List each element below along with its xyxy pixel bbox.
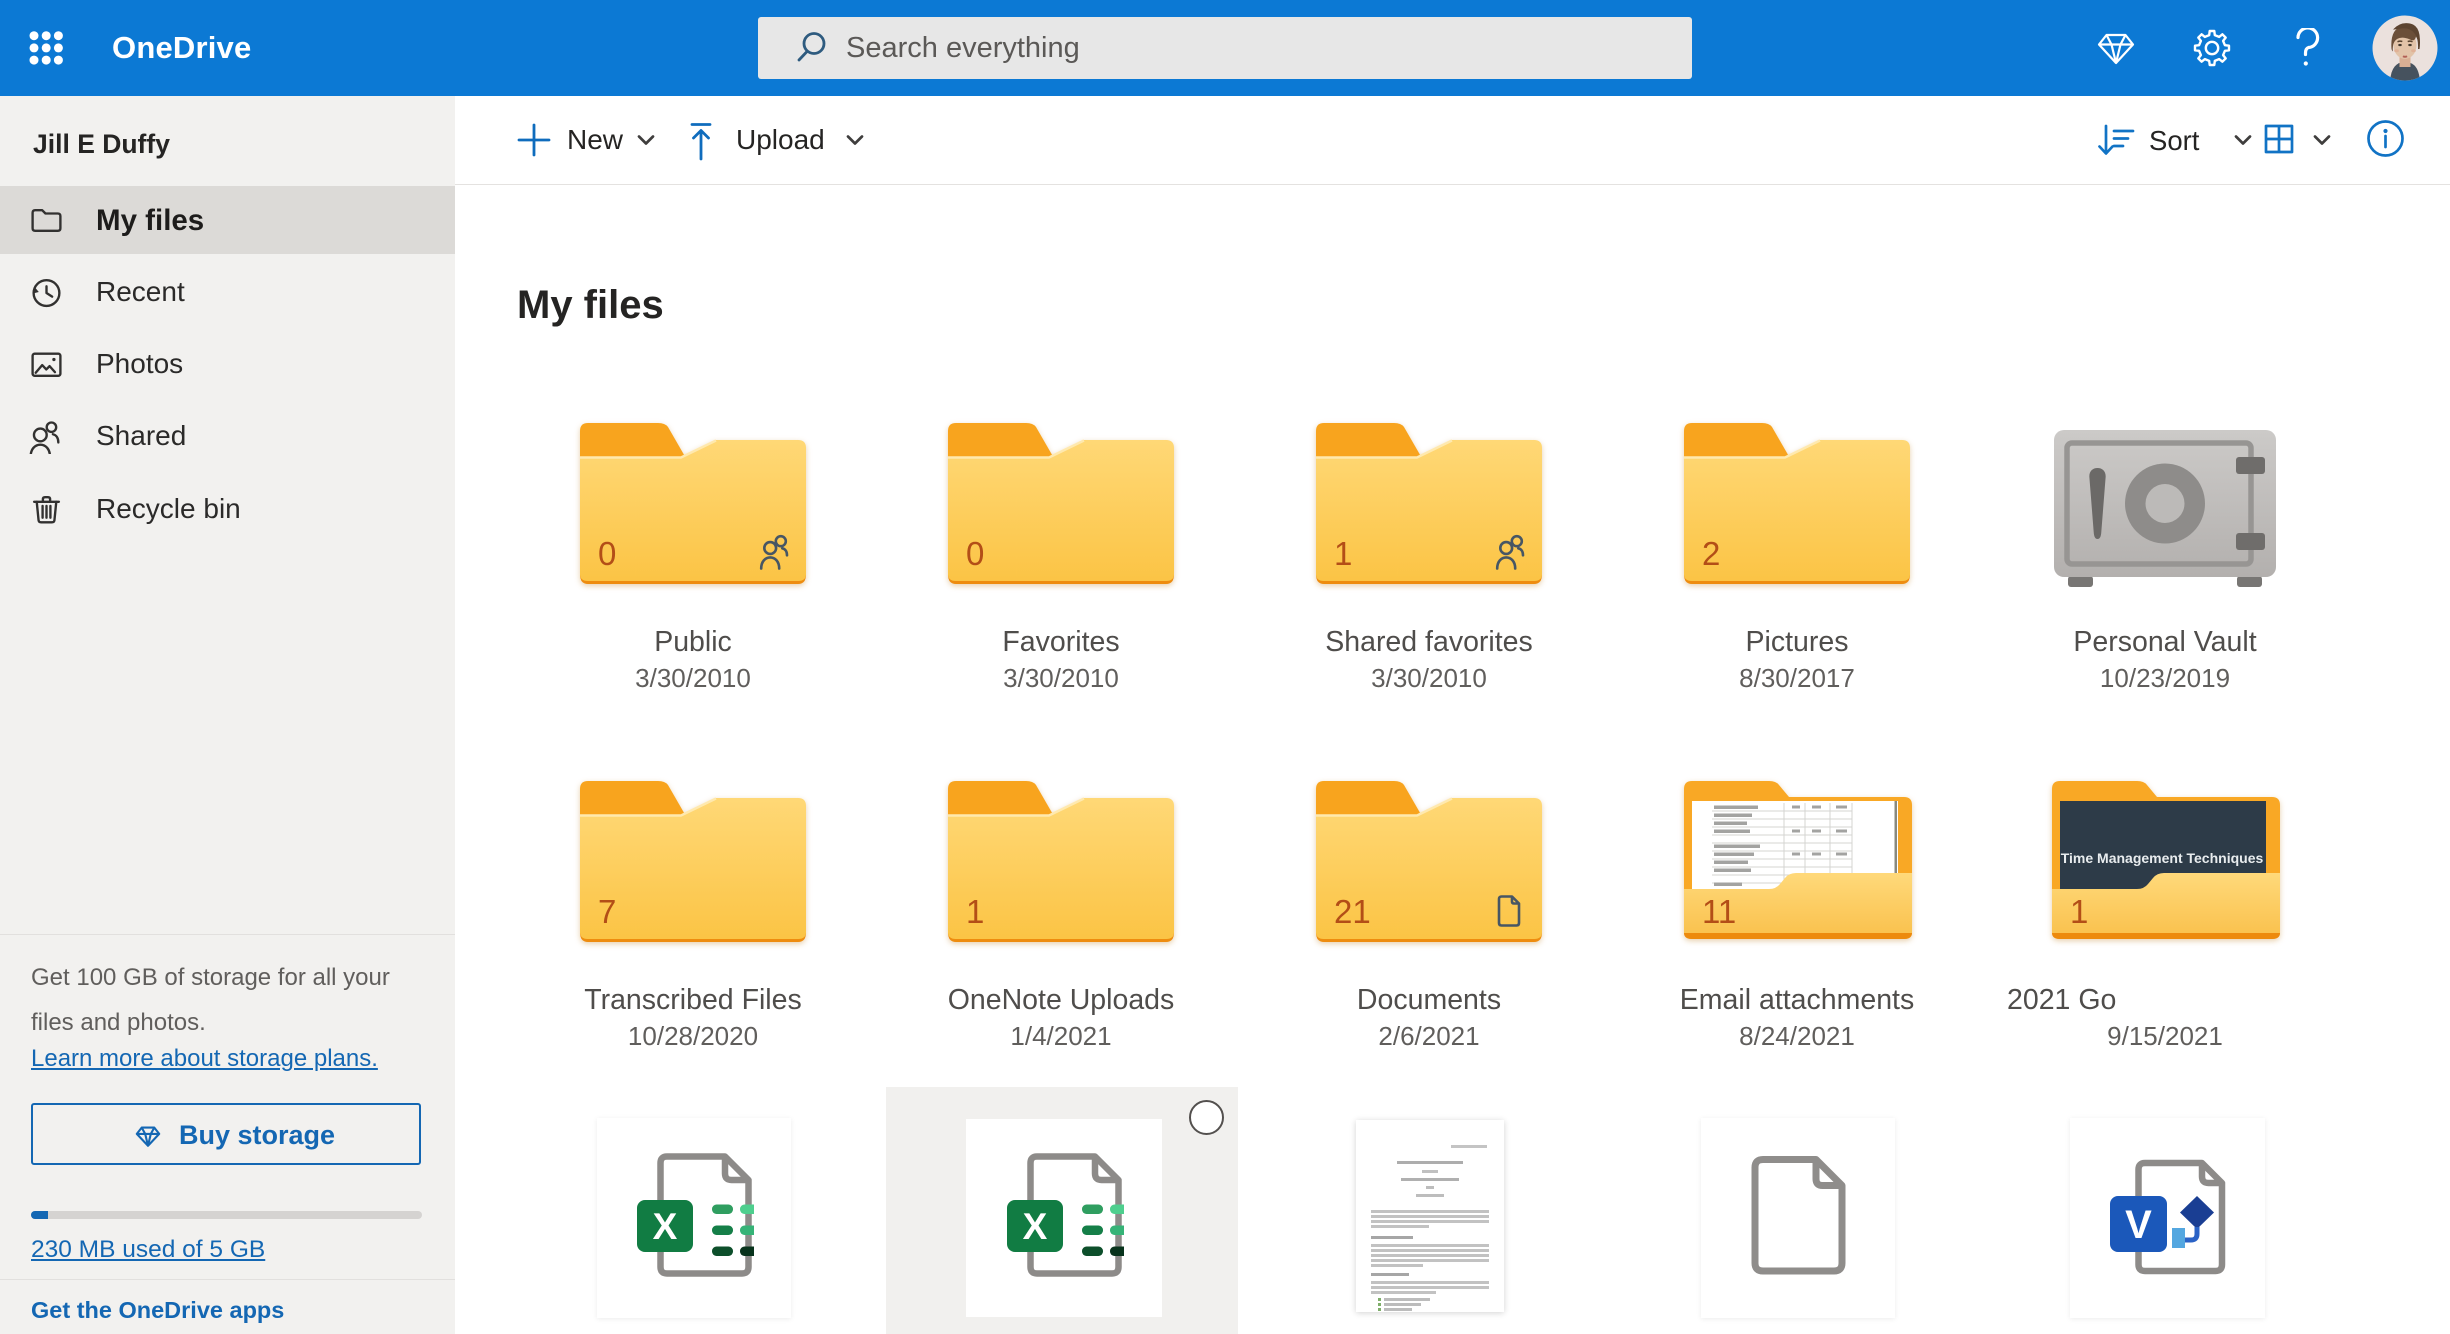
svg-text:V: V xyxy=(2125,1203,2152,1247)
svg-text:X: X xyxy=(653,1206,678,1247)
svg-text:X: X xyxy=(1023,1206,1048,1247)
svg-text:Time Management Techniques: Time Management Techniques xyxy=(2061,850,2264,866)
